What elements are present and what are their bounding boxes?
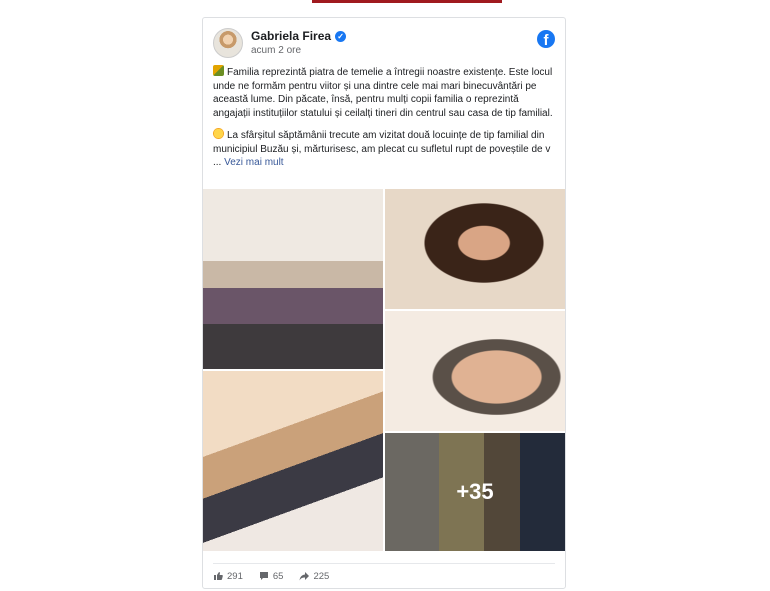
photo-1[interactable]: [203, 189, 383, 369]
like-count: 291: [227, 570, 243, 582]
share-stat[interactable]: 225: [299, 571, 329, 582]
like-stat[interactable]: 291: [213, 571, 243, 582]
post-timestamp[interactable]: acum 2 ore: [251, 45, 301, 56]
photo-2[interactable]: [385, 189, 565, 309]
author-name[interactable]: Gabriela Firea: [251, 29, 331, 43]
more-photos-overlay[interactable]: +35: [385, 433, 565, 551]
ellipsis: ...: [213, 157, 222, 168]
facebook-icon[interactable]: f: [537, 30, 555, 48]
comment-icon: [259, 572, 268, 580]
engagement-stats: 291 65 225: [213, 569, 329, 583]
comment-stat[interactable]: 65: [259, 570, 284, 582]
share-icon: [299, 572, 310, 581]
photo-3[interactable]: [385, 311, 565, 431]
post-paragraph-1: Familia reprezintă piatra de temelie a î…: [213, 65, 553, 119]
photo-grid: +35: [203, 189, 565, 551]
family-emoji-icon: [213, 65, 224, 76]
post-paragraph-2: La sfârșitul săptămânii trecute am vizit…: [213, 128, 551, 168]
comment-count: 65: [272, 570, 284, 582]
post-text: Familia reprezintă piatra de temelie a î…: [213, 65, 558, 178]
author-name-row: Gabriela Firea ✓: [251, 29, 347, 43]
divider: [213, 563, 555, 564]
post-header: Gabriela Firea ✓ acum 2 ore f: [213, 28, 555, 62]
photo-5[interactable]: +35: [385, 433, 565, 551]
verified-badge-icon: ✓: [335, 30, 347, 42]
see-more-link[interactable]: Vezi mai mult: [224, 157, 283, 168]
avatar[interactable]: [213, 28, 243, 58]
top-accent-bar: [312, 0, 502, 3]
photo-4[interactable]: [203, 371, 383, 551]
sad-emoji-icon: [213, 128, 224, 139]
share-count: 225: [313, 570, 330, 582]
facebook-post-card: Gabriela Firea ✓ acum 2 ore f Familia re…: [202, 17, 566, 589]
thumbs-up-icon: [214, 572, 223, 580]
